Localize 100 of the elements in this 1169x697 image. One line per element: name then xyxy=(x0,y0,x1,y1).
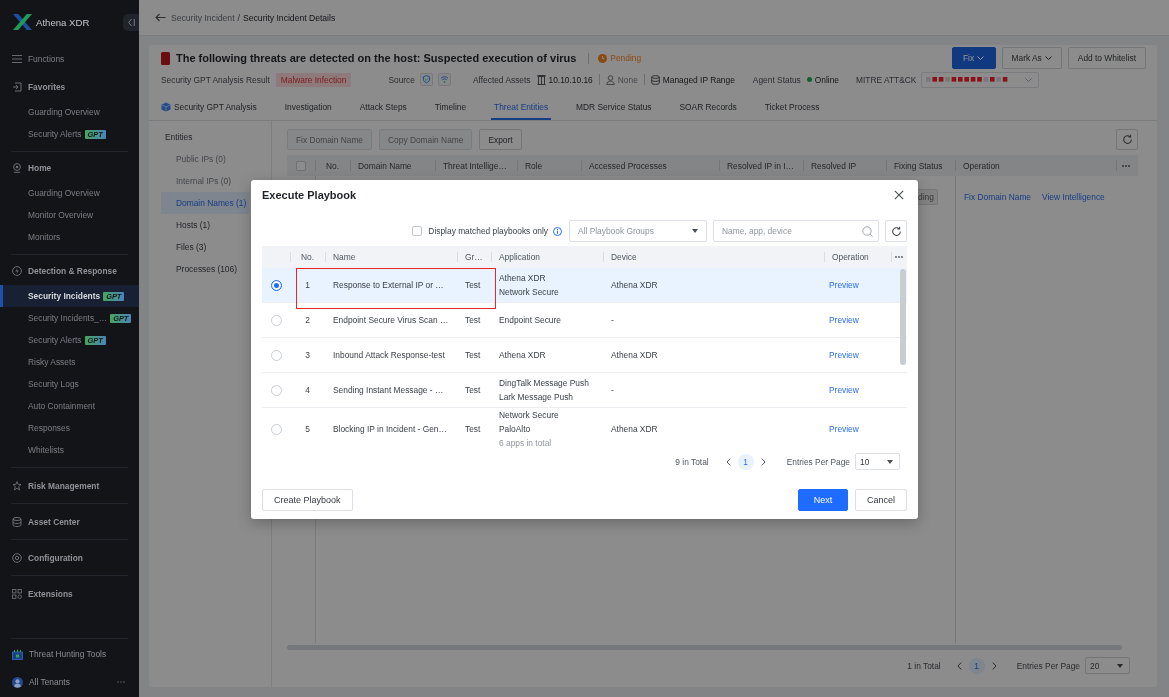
nav-item[interactable]: Security Logs xyxy=(0,373,139,395)
nav-group-heading[interactable]: Risk Management xyxy=(0,475,139,497)
nav-item[interactable]: Risky Assets xyxy=(0,351,139,373)
field-label: Agent Status xyxy=(752,74,801,85)
page-size-select[interactable]: 10 xyxy=(855,453,900,470)
row-action-link[interactable]: View Intelligence xyxy=(1042,192,1105,202)
tab[interactable]: SOAR Records xyxy=(676,96,740,120)
preview-link[interactable]: Preview xyxy=(829,350,859,360)
toolbar-button[interactable]: Export xyxy=(479,129,522,150)
total-count: 1 in Total xyxy=(907,660,941,671)
column-header: Application xyxy=(491,246,603,268)
column-header: Fixing Status xyxy=(886,155,955,176)
table-cell-text: Response to External IP or … xyxy=(332,279,445,292)
checkbox[interactable] xyxy=(296,160,306,171)
status-tag: ding xyxy=(916,189,938,205)
chevron-bar-icon xyxy=(127,17,135,27)
close-icon[interactable] xyxy=(894,190,904,200)
nav-item[interactable]: Responses xyxy=(0,417,139,439)
database-icon xyxy=(650,74,660,85)
checkbox[interactable] xyxy=(412,226,423,236)
tab[interactable]: Threat Entities xyxy=(491,96,552,120)
table-cell-text: - xyxy=(610,314,615,327)
functions-item[interactable]: Functions xyxy=(0,48,139,70)
nav-group-heading[interactable]: Favorites xyxy=(0,76,139,98)
entity-type-item[interactable]: Files (3) xyxy=(161,236,249,258)
tab[interactable]: Attack Steps xyxy=(356,96,410,120)
tactic-squares-icon xyxy=(926,77,1009,82)
entity-type-item[interactable]: Processes (106) xyxy=(161,258,249,280)
create-playbook-button[interactable]: Create Playbook xyxy=(262,489,353,511)
technique-select[interactable] xyxy=(921,71,1040,88)
checkbox-label[interactable]: Display matched playbooks only xyxy=(428,226,548,236)
preview-link[interactable]: Preview xyxy=(829,424,859,434)
ring-icon xyxy=(12,553,22,563)
back-arrow-icon[interactable] xyxy=(155,13,166,22)
more-icon[interactable] xyxy=(1122,164,1130,167)
collapse-button[interactable] xyxy=(123,13,139,31)
nav-item[interactable]: Whitelists xyxy=(0,439,139,461)
nav-group-heading[interactable]: Extensions xyxy=(0,583,139,605)
breadcrumb-separator: / xyxy=(237,12,241,23)
page-size-select[interactable]: 20 xyxy=(1085,657,1130,674)
incident-title: The following threats are detected on the host: Suspected execution of virus xyxy=(176,52,577,64)
dialog-button[interactable]: Cancel xyxy=(855,489,907,511)
field-label: Affected Assets xyxy=(472,74,531,85)
chevron-right-icon[interactable] xyxy=(991,661,997,670)
entity-type-item[interactable]: Hosts (1) xyxy=(161,214,249,236)
dialog-button[interactable]: Next xyxy=(798,489,848,511)
tab[interactable]: Ticket Process xyxy=(761,96,823,120)
breadcrumb-item[interactable]: Security Incident xyxy=(171,12,235,23)
preview-link[interactable]: Preview xyxy=(829,315,859,325)
table-cell-text: Endpoint Secure Virus Scan … xyxy=(332,314,450,327)
nav-item[interactable]: Guarding Overview xyxy=(0,182,139,204)
refresh-icon xyxy=(890,225,902,237)
app-name: Network Secure xyxy=(499,286,559,299)
nav-group-heading[interactable]: Detection & Response xyxy=(0,260,139,282)
search-field[interactable]: Name, app, device xyxy=(713,220,879,242)
chevron-left-icon[interactable] xyxy=(725,457,731,466)
clock-icon xyxy=(598,53,608,63)
tab[interactable]: Investigation xyxy=(281,96,335,120)
nav-group-heading[interactable]: Home xyxy=(0,157,139,179)
column-header: Resolved IP xyxy=(803,155,886,176)
nav-group-heading[interactable]: Configuration xyxy=(0,547,139,569)
action-button[interactable]: Add to Whitelist xyxy=(1067,47,1146,69)
columns-icon xyxy=(536,74,546,85)
nav-item[interactable]: Auto Containment xyxy=(0,395,139,417)
nav-item[interactable]: Guarding Overview xyxy=(0,101,139,123)
page-number[interactable]: 1 xyxy=(968,657,985,674)
table-cell-text: Athena XDR xyxy=(610,423,659,436)
nav-item[interactable]: Monitor Overview xyxy=(0,204,139,226)
table-cell-text: 5 xyxy=(304,423,311,436)
nav-group-heading[interactable]: Asset Center xyxy=(0,511,139,533)
playbook-row[interactable]: 5 Blocking IP in Incident - Gen… Test Network Secure PaloAlto 6 apps in total Athena XDR Preview xyxy=(262,408,907,450)
nav-item[interactable]: Monitors xyxy=(0,226,139,248)
tenant-item[interactable]: All Tenants xyxy=(0,671,70,693)
search-icon xyxy=(862,225,873,237)
action-button[interactable]: Mark As xyxy=(1001,47,1062,69)
tab[interactable]: Timeline xyxy=(431,96,470,120)
table-cell-text: Test xyxy=(464,314,482,327)
refresh-icon xyxy=(1121,134,1133,145)
action-button[interactable]: Fix xyxy=(951,47,996,69)
preview-link[interactable]: Preview xyxy=(829,385,859,395)
page-number[interactable]: 1 xyxy=(737,453,754,470)
preview-link[interactable]: Preview xyxy=(829,280,859,290)
apps-grid-icon xyxy=(12,589,22,599)
tab[interactable]: Security GPT Analysis xyxy=(158,96,260,120)
cube-icon xyxy=(161,102,171,112)
app-name: Athena XDR xyxy=(499,349,546,362)
playbook-row[interactable]: 4 Sending Instant Message - … Test DingTalk Message Push Lark Message Push - Preview xyxy=(262,373,907,408)
chevron-right-icon[interactable] xyxy=(760,457,766,466)
app-name: Network Secure xyxy=(499,409,559,422)
row-action-link[interactable]: Fix Domain Name xyxy=(964,192,1032,202)
refresh-button[interactable] xyxy=(1116,129,1138,150)
entity-type-item[interactable]: Domain Names (1) xyxy=(161,192,249,214)
column-header: Operation xyxy=(824,246,891,268)
scrollbar[interactable] xyxy=(900,269,906,365)
chevron-left-icon[interactable] xyxy=(956,661,962,670)
chevron-down-icon xyxy=(1044,56,1052,60)
tools-link[interactable]: Threat Hunting Tools xyxy=(0,643,139,665)
radio-button[interactable] xyxy=(270,279,282,291)
tab[interactable]: MDR Service Status xyxy=(573,96,655,120)
group-select[interactable]: All Playbook Groups xyxy=(569,220,707,242)
